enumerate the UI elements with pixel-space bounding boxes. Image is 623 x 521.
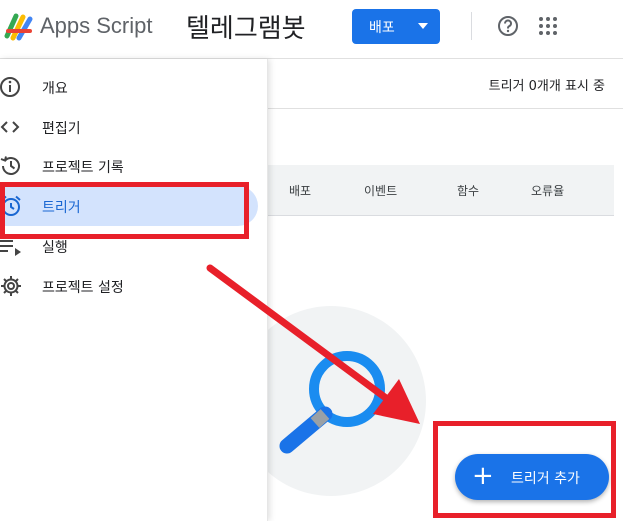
deploy-button[interactable]: 배포 [352,9,440,44]
code-icon [0,121,20,133]
apps-script-logo-icon[interactable] [4,11,34,41]
history-icon [0,156,20,175]
chevron-down-icon [418,23,428,29]
sidebar-item-label: 트리거 [42,200,81,216]
column-header-error-rate[interactable]: 오류율 [531,182,564,199]
gear-icon [1,276,21,296]
triggers-table-header: 배포 이벤트 함수 오류율 [267,165,614,216]
info-icon [0,77,20,97]
column-header-event[interactable]: 이벤트 [364,182,397,199]
plus-icon: + [472,461,494,491]
sidebar-item-project-history[interactable]: 프로젝트 기록 [0,146,258,186]
triggers-toolbar: 트리거 0개개 표시 중 [267,59,623,109]
trigger-count-text: 트리거 0개개 표시 중 [488,79,605,94]
sidebar-item-project-settings[interactable]: 프로젝트 설정 [0,266,258,306]
deploy-button-label: 배포 [369,19,395,36]
alarm-clock-icon [1,195,21,216]
apps-grid-icon[interactable] [538,16,558,36]
sidebar: 개요 편집기 프로젝트 기록 트리거 실행 프로젝트 설정 [0,59,268,521]
column-header-function[interactable]: 함수 [457,182,479,199]
column-header-deployment[interactable]: 배포 [289,182,311,199]
sidebar-item-label: 개요 [42,81,68,97]
sidebar-item-label: 실행 [42,240,68,256]
magnifier-icon [279,351,385,454]
app-header: Apps Script 텔레그램봇 배포 [0,0,623,59]
playlist-play-icon [0,240,21,256]
help-icon[interactable] [497,15,519,37]
sidebar-item-triggers[interactable]: 트리거 [0,186,258,226]
sidebar-item-executions[interactable]: 실행 [0,226,258,266]
sidebar-item-label: 프로젝트 설정 [42,280,124,296]
sidebar-item-label: 편집기 [42,121,81,137]
project-title[interactable]: 텔레그램봇 [186,8,306,45]
sidebar-item-overview[interactable]: 개요 [0,67,258,107]
add-trigger-button[interactable]: + 트리거 추가 [455,454,609,500]
add-trigger-label: 트리거 추가 [511,471,580,487]
sidebar-item-editor[interactable]: 편집기 [0,107,258,147]
app-name[interactable]: Apps Script [40,13,153,39]
header-divider [471,12,472,40]
sidebar-item-label: 프로젝트 기록 [42,160,124,176]
